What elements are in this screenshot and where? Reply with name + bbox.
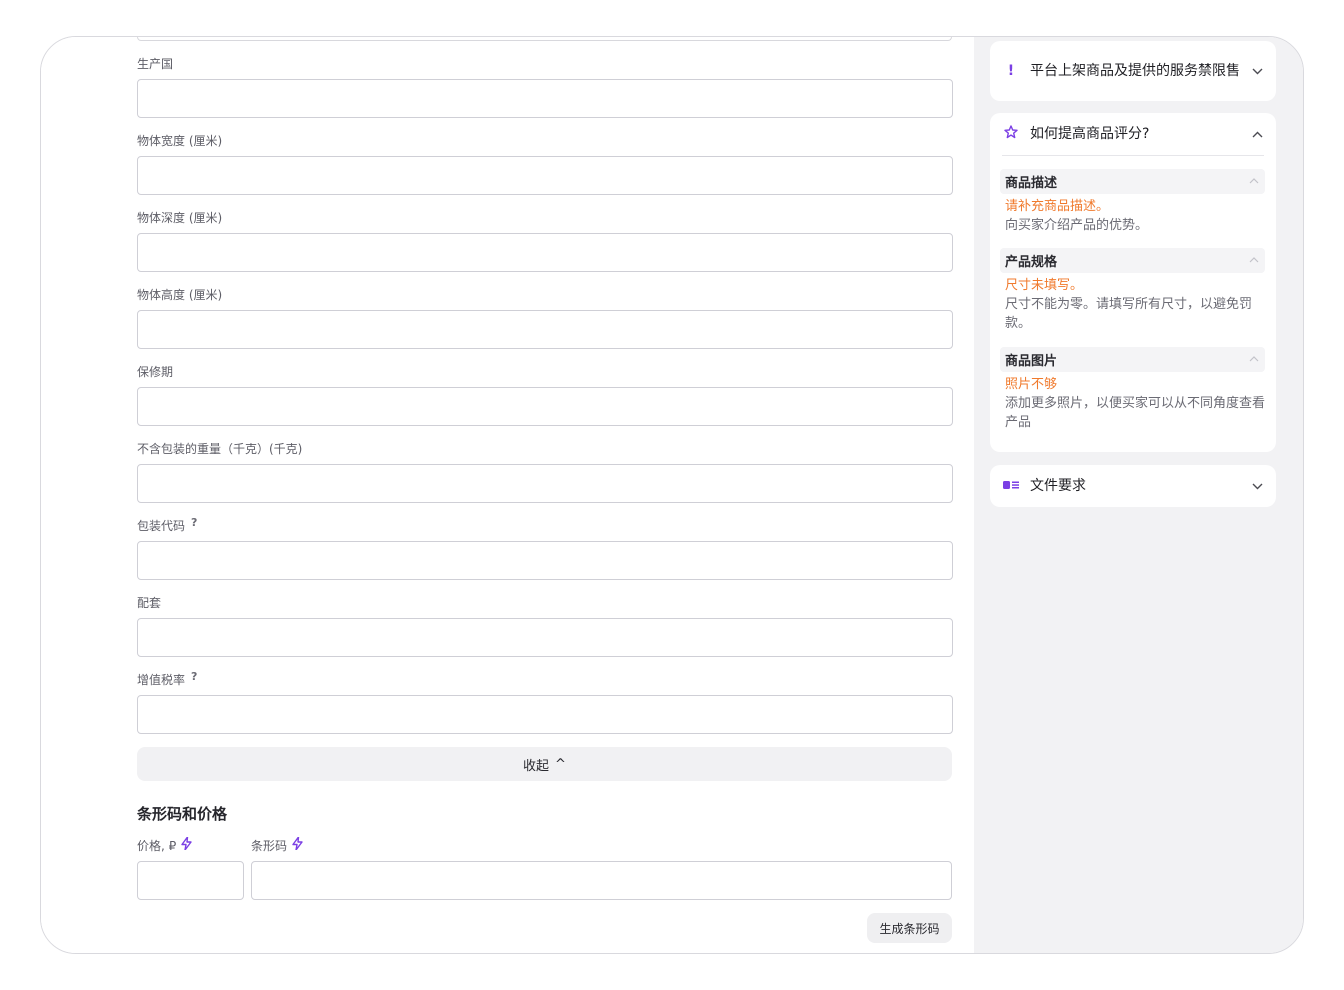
tip-heading: 商品描述 xyxy=(1005,176,1058,191)
app-frame: 生产国 物体宽度 (厘米) 物体深度 (厘米) 物体高度 (厘米) 保修期 不含… xyxy=(40,36,1304,954)
kit-input[interactable] xyxy=(137,618,953,657)
chevron-up-icon xyxy=(1249,255,1259,266)
country-input[interactable] xyxy=(137,79,953,118)
document-icon xyxy=(1002,478,1020,494)
sidebar: ! 平台上架商品及提供的服务禁限售 如何提高商品评分? 商品描述 请补充商品描述… xyxy=(974,37,1303,953)
tip-header[interactable]: 商品描述 xyxy=(1000,169,1265,194)
weight-input[interactable] xyxy=(137,464,953,503)
tip-warning: 尺寸未填写。 xyxy=(1005,278,1084,293)
help-icon[interactable]: ? xyxy=(191,668,197,686)
field-height: 物体高度 (厘米) xyxy=(137,286,953,363)
document-requirements-card[interactable]: 文件要求 xyxy=(990,465,1276,507)
card-header[interactable]: 文件要求 xyxy=(990,465,1276,507)
price-label: 价格, ₽ xyxy=(137,836,192,854)
tip-header[interactable]: 产品规格 xyxy=(1000,248,1265,273)
width-input[interactable] xyxy=(137,156,953,195)
field-kit: 配套 xyxy=(137,594,953,671)
barcode-input[interactable] xyxy=(251,861,952,900)
rating-tips-card: 如何提高商品评分? 商品描述 请补充商品描述。 向买家介绍产品的优势。 产品规格… xyxy=(990,113,1276,452)
vat-input[interactable] xyxy=(137,695,953,734)
tip-heading: 产品规格 xyxy=(1005,255,1058,270)
field-label: 增值税率? xyxy=(137,668,198,687)
tip-header[interactable]: 商品图片 xyxy=(1000,347,1265,372)
tip-specs: 产品规格 尺寸未填写。 尺寸不能为零。请填写所有尺寸，以避免罚款。 xyxy=(1000,248,1265,333)
tip-images: 商品图片 照片不够 添加更多照片，以便买家可以从不同角度查看产品 xyxy=(1000,347,1265,432)
tip-description-text: 向买家介绍产品的优势。 xyxy=(1005,218,1149,233)
chevron-up-icon[interactable] xyxy=(1250,127,1264,141)
card-header[interactable]: 如何提高商品评分? xyxy=(990,113,1276,155)
tip-warning: 请补充商品描述。 xyxy=(1005,199,1110,214)
collapse-button[interactable]: 收起 ^ xyxy=(137,747,952,781)
field-package-code: 包装代码? xyxy=(137,514,953,594)
price-input[interactable] xyxy=(137,861,244,900)
field-width: 物体宽度 (厘米) xyxy=(137,132,953,209)
exclamation-icon: ! xyxy=(1007,63,1015,79)
warranty-input[interactable] xyxy=(137,387,953,426)
field-label: 物体高度 (厘米) xyxy=(137,288,223,302)
field-label: 物体深度 (厘米) xyxy=(137,211,223,225)
package-code-input[interactable] xyxy=(137,541,953,580)
chevron-up-icon: ^ xyxy=(555,756,566,772)
card-title: 平台上架商品及提供的服务禁限售 xyxy=(1030,62,1240,79)
field-label: 生产国 xyxy=(137,57,174,71)
field-weight: 不含包装的重量（千克）(千克) xyxy=(137,440,953,517)
card-title: 如何提高商品评分? xyxy=(1030,125,1150,142)
field-warranty: 保修期 xyxy=(137,363,953,440)
height-input[interactable] xyxy=(137,310,953,349)
barcode-price-section-title: 条形码和价格 xyxy=(137,805,228,823)
chevron-down-icon[interactable] xyxy=(1250,479,1264,493)
field-label: 保修期 xyxy=(137,365,174,379)
collapse-label: 收起 xyxy=(523,758,550,774)
star-icon xyxy=(1002,125,1020,143)
ai-sparkle-icon[interactable] xyxy=(292,836,303,854)
field-label: 包装代码? xyxy=(137,514,198,533)
help-icon[interactable]: ? xyxy=(191,514,197,532)
form-fields: 生产国 物体宽度 (厘米) 物体深度 (厘米) 物体高度 (厘米) 保修期 不含… xyxy=(137,55,953,748)
chevron-up-icon xyxy=(1249,176,1259,187)
tip-description-text: 添加更多照片，以便买家可以从不同角度查看产品 xyxy=(1005,396,1266,430)
card-header[interactable]: ! 平台上架商品及提供的服务禁限售 xyxy=(990,41,1276,101)
prohibited-goods-card[interactable]: ! 平台上架商品及提供的服务禁限售 xyxy=(990,41,1276,101)
field-label: 配套 xyxy=(137,596,162,610)
field-country: 生产国 xyxy=(137,55,953,132)
barcode-label: 条形码 xyxy=(251,836,303,854)
chevron-up-icon xyxy=(1249,354,1259,365)
divider xyxy=(1002,155,1264,156)
ai-sparkle-icon[interactable] xyxy=(181,836,192,854)
depth-input[interactable] xyxy=(137,233,953,272)
product-form: 生产国 物体宽度 (厘米) 物体深度 (厘米) 物体高度 (厘米) 保修期 不含… xyxy=(41,37,974,953)
tip-description-text: 尺寸不能为零。请填写所有尺寸，以避免罚款。 xyxy=(1005,297,1253,331)
field-vat: 增值税率? xyxy=(137,668,953,748)
tip-warning: 照片不够 xyxy=(1005,377,1058,392)
field-label: 不含包装的重量（千克）(千克) xyxy=(137,442,303,456)
generate-barcode-button[interactable]: 生成条形码 xyxy=(867,913,952,943)
field-label: 物体宽度 (厘米) xyxy=(137,134,223,148)
field-depth: 物体深度 (厘米) xyxy=(137,209,953,286)
tip-description: 商品描述 请补充商品描述。 向买家介绍产品的优势。 xyxy=(1000,169,1265,235)
chevron-down-icon[interactable] xyxy=(1250,64,1264,78)
tip-heading: 商品图片 xyxy=(1005,354,1058,369)
previous-input-edge xyxy=(137,37,952,41)
card-title: 文件要求 xyxy=(1030,477,1086,494)
